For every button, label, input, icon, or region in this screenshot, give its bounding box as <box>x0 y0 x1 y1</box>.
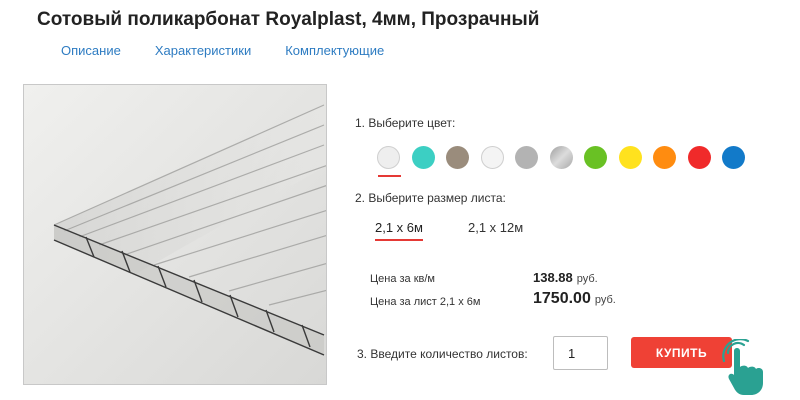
color-swatches <box>377 146 757 177</box>
selected-color-underline <box>378 175 401 177</box>
product-image <box>23 84 327 385</box>
size-option-6m[interactable]: 2,1 х 6м <box>375 220 423 241</box>
size-option-label: 2,1 х 12м <box>468 220 524 235</box>
color-swatch-blue[interactable] <box>722 146 745 169</box>
price-per-sheet-value: 1750.00 <box>533 290 591 307</box>
currency-label: руб. <box>594 294 616 306</box>
price-per-sqm: 138.88 руб. <box>533 270 598 285</box>
color-swatch-yellow[interactable] <box>618 146 642 169</box>
product-tabs: Описание Характеристики Комплектующие <box>61 43 418 58</box>
polycarbonate-sheet-image <box>24 85 326 384</box>
color-swatch-opal-white[interactable] <box>480 146 504 169</box>
color-swatch-green[interactable] <box>584 146 607 169</box>
price-per-sheet: 1750.00 руб. <box>533 290 616 308</box>
quantity-input[interactable] <box>553 336 608 370</box>
color-swatch-white-transparent[interactable] <box>377 146 401 177</box>
product-title: Сотовый поликарбонат Royalplast, 4мм, Пр… <box>37 9 540 30</box>
tab-description[interactable]: Описание <box>61 43 121 58</box>
buy-button[interactable]: КУПИТЬ <box>631 337 732 368</box>
color-swatch-silver[interactable] <box>549 146 573 169</box>
size-option-label: 2,1 х 6м <box>375 220 423 235</box>
tab-accessories[interactable]: Комплектующие <box>285 43 384 58</box>
color-swatch-bronze[interactable] <box>446 146 469 169</box>
quantity-step-label: 3. Введите количество листов: <box>357 347 528 361</box>
selected-size-underline <box>375 239 423 241</box>
color-swatch-orange[interactable] <box>653 146 676 169</box>
color-swatch-gray[interactable] <box>515 146 538 169</box>
tab-characteristics[interactable]: Характеристики <box>155 43 251 58</box>
price-per-sheet-label: Цена за лист 2,1 х 6м <box>370 296 481 308</box>
size-step-label: 2. Выберите размер листа: <box>355 191 506 205</box>
pointing-hand-icon <box>722 339 763 395</box>
currency-label: руб. <box>576 273 598 285</box>
price-per-sqm-value: 138.88 <box>533 270 573 285</box>
color-step-label: 1. Выберите цвет: <box>355 116 456 130</box>
price-per-sqm-label: Цена за кв/м <box>370 273 435 285</box>
size-option-12m[interactable]: 2,1 х 12м <box>468 220 523 235</box>
color-swatch-red[interactable] <box>687 146 711 169</box>
color-swatch-turquoise[interactable] <box>411 146 435 169</box>
